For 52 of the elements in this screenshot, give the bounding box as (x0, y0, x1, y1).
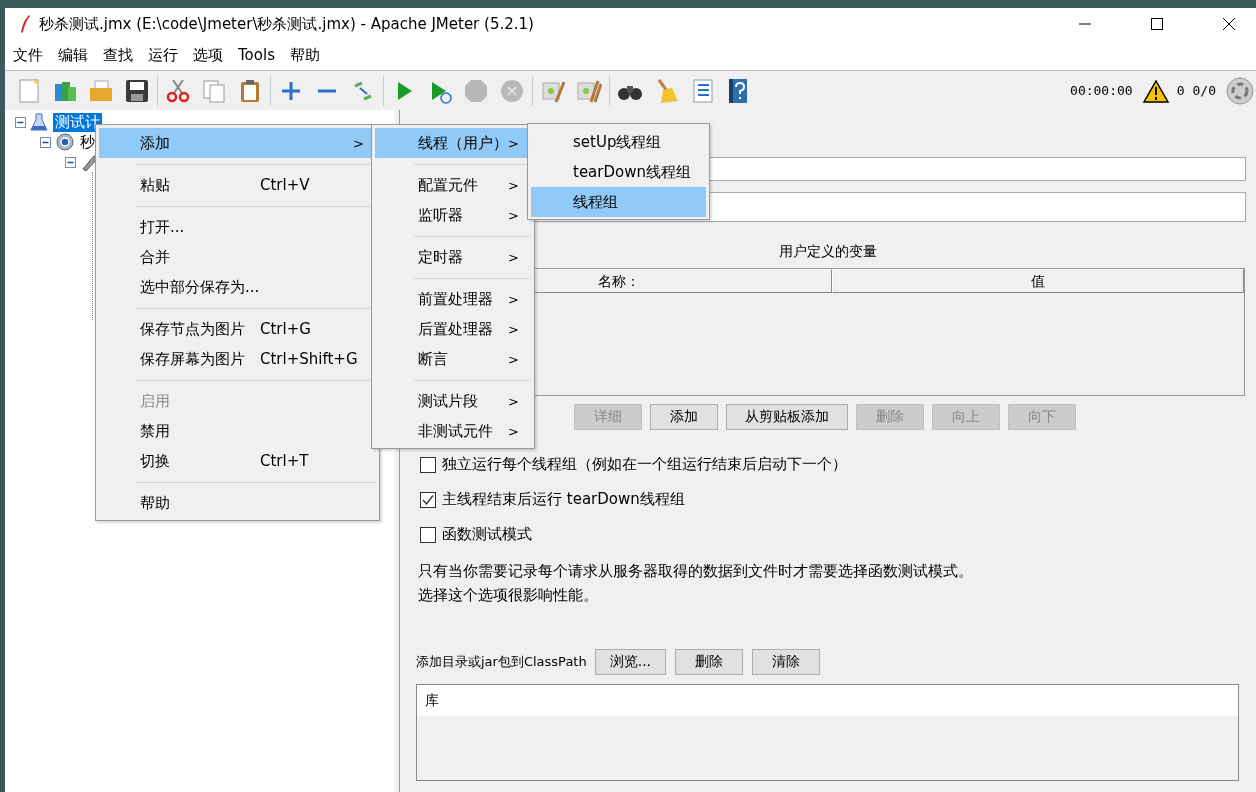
tree-node[interactable]: 秒 (78, 132, 97, 152)
collapse-icon[interactable] (65, 156, 76, 168)
menu-item[interactable]: 帮助 (99, 488, 376, 518)
maximize-icon[interactable] (1150, 17, 1164, 31)
help-text: 只有当你需要记录每个请求从服务器取得的数据到文件时才需要选择函数测试模式。 (418, 561, 974, 582)
warning-count: 0 (1176, 83, 1185, 98)
collapse-icon[interactable] (40, 136, 51, 148)
menu-item[interactable]: 非测试元件 > (375, 416, 531, 446)
gear-icon (55, 132, 75, 152)
menu-item[interactable]: 后置处理器 > (375, 314, 531, 344)
flask-icon (30, 112, 50, 132)
menu-item[interactable]: 编辑 (52, 45, 96, 65)
classpath-label: 添加目录或jar包到ClassPath (416, 653, 587, 671)
menu-item[interactable]: 配置元件 > (375, 170, 531, 200)
thread-count: 0/0 (1192, 83, 1216, 98)
help-text: 选择这个选项很影响性能。 (418, 585, 599, 606)
scissors-icon[interactable] (165, 77, 191, 104)
menu-item[interactable]: 文件 (7, 45, 51, 65)
checkbox[interactable] (420, 526, 436, 543)
checkbox[interactable] (420, 491, 436, 508)
feather-icon (19, 14, 31, 34)
column-header: 库 (417, 685, 1238, 716)
checkbox-label: 主线程结束后运行 tearDown线程组 (442, 490, 685, 509)
window-title: 秒杀测试.jmx (E:\code\Jmeter\秒杀测试.jmx) - Apache JMeter (5.2.1) (39, 14, 534, 34)
menu-item[interactable]: 运行 (142, 45, 186, 65)
menu-item[interactable]: Tools (232, 46, 283, 64)
menu-item[interactable]: 切换 Ctrl+T (99, 446, 376, 476)
classpath-button[interactable]: 清除 (752, 649, 821, 675)
menu-item[interactable]: 监听器 > (375, 200, 531, 230)
menu-item[interactable]: 帮助 (283, 45, 328, 65)
menu-item[interactable]: tearDown线程组 (531, 157, 706, 187)
activity-icon (1226, 76, 1254, 105)
menu-item[interactable]: setUp线程组 (531, 127, 706, 157)
menu-item[interactable]: 选项 (187, 45, 231, 65)
menu-item[interactable]: 测试片段 > (375, 386, 531, 416)
table-button[interactable]: 从剪贴板添加 (726, 404, 848, 430)
checkbox-label: 函数测试模式 (442, 525, 532, 544)
checkbox[interactable] (420, 456, 436, 473)
table-button[interactable]: 添加 (650, 404, 718, 430)
warning-icon[interactable] (1142, 78, 1169, 103)
menu-item[interactable]: 断言 > (375, 344, 531, 374)
collapse-icon[interactable] (15, 116, 26, 128)
elapsed-time: 00:00:00 (1070, 83, 1133, 98)
menu-item[interactable]: 线程组 (531, 187, 706, 217)
menu-item[interactable]: 查找 (97, 45, 141, 65)
classpath-button[interactable]: 浏览... (594, 649, 667, 675)
table-title: 用户定义的变量 (779, 242, 877, 260)
checkbox-label: 独立运行每个线程组（例如在一个组运行结束后启动下一个） (442, 455, 847, 474)
menu-item[interactable]: 定时器 > (375, 242, 531, 272)
close-icon[interactable] (1222, 17, 1236, 31)
classpath-button[interactable]: 删除 (675, 649, 744, 675)
column-header: 值 (832, 269, 1244, 293)
